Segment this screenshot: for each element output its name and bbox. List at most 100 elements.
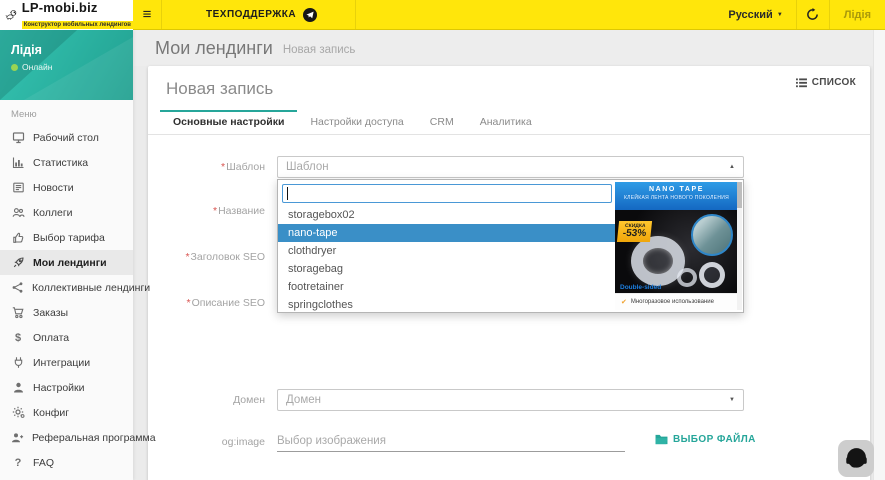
preview-subtitle: КЛЕЙКАЯ ЛЕНТА НОВОГО ПОКОЛЕНИЯ [615, 195, 738, 201]
tape-strip-image [677, 268, 697, 287]
online-status-dot [11, 64, 18, 71]
preview-inset-photo [691, 214, 733, 256]
name-field-label: Название [148, 205, 265, 217]
option-clothdryer[interactable]: clothdryer [278, 242, 615, 260]
preview-feature-text: Многоразовое использование [631, 299, 714, 305]
menu-section-label: Меню [0, 100, 133, 125]
option-storagebag[interactable]: storagebag [278, 260, 615, 278]
page-title: Новая запись [166, 79, 273, 99]
tape-strip-image [699, 262, 725, 288]
sidebar-item-news[interactable]: Новости [0, 175, 133, 200]
page-scrollbar[interactable] [873, 30, 885, 480]
gear-icon [11, 406, 25, 419]
seo-title-field-label: Заголовок SEO [148, 251, 265, 263]
dropdown-scrollbar[interactable] [737, 182, 742, 310]
logo[interactable]: LP-mobi.biz Конструктор мобильных лендин… [0, 0, 133, 30]
template-dropdown: storagebox02 nano-tape clothdryer storag… [277, 179, 744, 313]
chevron-down-icon: ▼ [729, 397, 735, 403]
online-status-label: Онлайн [22, 62, 52, 72]
sidebar-item-referral[interactable]: Реферальная программа [0, 425, 133, 450]
option-footretainer[interactable]: footretainer [278, 278, 615, 296]
option-springclothes[interactable]: springclothes [278, 296, 615, 312]
list-button-label: СПИСОК [812, 77, 856, 88]
template-options-list: storagebox02 nano-tape clothdryer storag… [278, 206, 615, 312]
sidebar-user-panel: Лідія Онлайн [0, 30, 133, 100]
sidebar-user-name: Лідія [11, 43, 133, 57]
rocket-icon [11, 256, 25, 269]
sidebar-item-payment[interactable]: $ Оплата [0, 325, 133, 350]
folder-icon [655, 434, 668, 445]
check-icon: ✔ [621, 298, 627, 306]
question-icon: ? [11, 457, 25, 469]
headset-icon [843, 445, 870, 472]
template-select-placeholder: Шаблон [286, 161, 329, 173]
breadcrumb-subtitle: Новая запись [283, 40, 356, 56]
sidebar-item-settings[interactable]: Настройки [0, 375, 133, 400]
logo-title: LP-mobi.biz [22, 1, 133, 14]
sidebar-item-colleagues[interactable]: Коллеги [0, 200, 133, 225]
user-icon [11, 381, 25, 394]
refresh-button[interactable] [797, 0, 829, 29]
domain-select[interactable]: Домен ▼ [277, 389, 744, 411]
dollar-icon: $ [11, 332, 25, 344]
cart-icon [11, 306, 25, 319]
stats-icon [11, 156, 25, 169]
sidebar-item-statistics[interactable]: Статистика [0, 150, 133, 175]
sidebar-item-orders[interactable]: Заказы [0, 300, 133, 325]
sidebar-item-desktop[interactable]: Рабочий стол [0, 125, 133, 150]
tab-crm[interactable]: CRM [417, 110, 467, 134]
support-chat-widget[interactable] [838, 440, 874, 477]
tab-analytics[interactable]: Аналитика [467, 110, 545, 134]
language-selector[interactable]: Русский ▼ [715, 0, 795, 29]
chevron-down-icon: ▼ [777, 12, 783, 18]
tab-access-settings[interactable]: Настройки доступа [297, 110, 416, 134]
text-cursor [287, 187, 288, 200]
refresh-icon [806, 8, 819, 21]
thumbs-up-icon [11, 231, 25, 244]
sidebar-item-my-landings[interactable]: Мои лендинги [0, 250, 133, 275]
dropdown-scrollbar-thumb[interactable] [737, 182, 742, 208]
tab-general-settings[interactable]: Основные настройки [160, 110, 297, 134]
choose-file-button-label: ВЫБОР ФАЙЛА [673, 434, 756, 445]
option-nano-tape[interactable]: nano-tape [278, 224, 615, 242]
news-icon [11, 181, 25, 194]
template-field-label: Шаблон [148, 161, 265, 173]
desktop-icon [11, 131, 25, 144]
preview-title: NANO TAPE [615, 186, 738, 193]
sidebar-item-tariff[interactable]: Выбор тарифа [0, 225, 133, 250]
dog-logo-icon [5, 4, 18, 26]
logo-subtitle: Конструктор мобильных лендингов [22, 21, 133, 29]
list-icon [796, 78, 807, 88]
template-search-input[interactable] [282, 184, 612, 203]
sidebar: Лідія Онлайн Меню Рабочий стол Статистик… [0, 30, 133, 480]
domain-select-placeholder: Домен [286, 394, 321, 406]
topbar-username[interactable]: Лідія [830, 9, 885, 21]
topbar-yellow-area: ≡ ТЕХПОДДЕРЖКА Русский ▼ Лідія [133, 0, 885, 30]
sidebar-item-faq[interactable]: ? FAQ [0, 450, 133, 475]
sidebar-item-config[interactable]: Конфиг [0, 400, 133, 425]
colleagues-icon [11, 206, 25, 219]
support-button[interactable]: ТЕХПОДДЕРЖКА [162, 0, 355, 29]
list-button[interactable]: СПИСОК [796, 77, 856, 88]
hamburger-menu-icon[interactable]: ≡ [133, 6, 161, 23]
choose-file-button[interactable]: ВЫБОР ФАЙЛА [655, 434, 756, 445]
preview-header: NANO TAPE КЛЕЙКАЯ ЛЕНТА НОВОГО ПОКОЛЕНИЯ [615, 182, 738, 210]
template-preview-thumbnail[interactable]: NANO TAPE КЛЕЙКАЯ ЛЕНТА НОВОГО ПОКОЛЕНИЯ… [615, 182, 738, 310]
option-storagebox02[interactable]: storagebox02 [278, 206, 615, 224]
template-select[interactable]: Шаблон ▲ [277, 156, 744, 178]
sidebar-item-collective-landings[interactable]: Коллективные лендинги [0, 275, 133, 300]
new-record-card: Новая запись СПИСОК Основные настройки Н… [148, 66, 870, 480]
topbar-divider [355, 0, 356, 29]
preview-product-image: СКИДКА -53% Double-sided [615, 210, 738, 293]
seo-description-field-label: Описание SEO [148, 297, 265, 309]
topbar: LP-mobi.biz Конструктор мобильных лендин… [0, 0, 885, 30]
ogimage-input[interactable] [277, 430, 625, 452]
ogimage-field-label: og:image [148, 436, 265, 448]
language-label: Русский [728, 9, 772, 21]
breadcrumb-title: Мои лендинги [155, 38, 273, 59]
support-button-label: ТЕХПОДДЕРЖКА [206, 9, 296, 20]
preview-caption: Double-sided [620, 284, 661, 291]
breadcrumb: Мои лендинги Новая запись [133, 30, 885, 66]
sidebar-item-integrations[interactable]: Интеграции [0, 350, 133, 375]
user-plus-icon [11, 431, 24, 444]
